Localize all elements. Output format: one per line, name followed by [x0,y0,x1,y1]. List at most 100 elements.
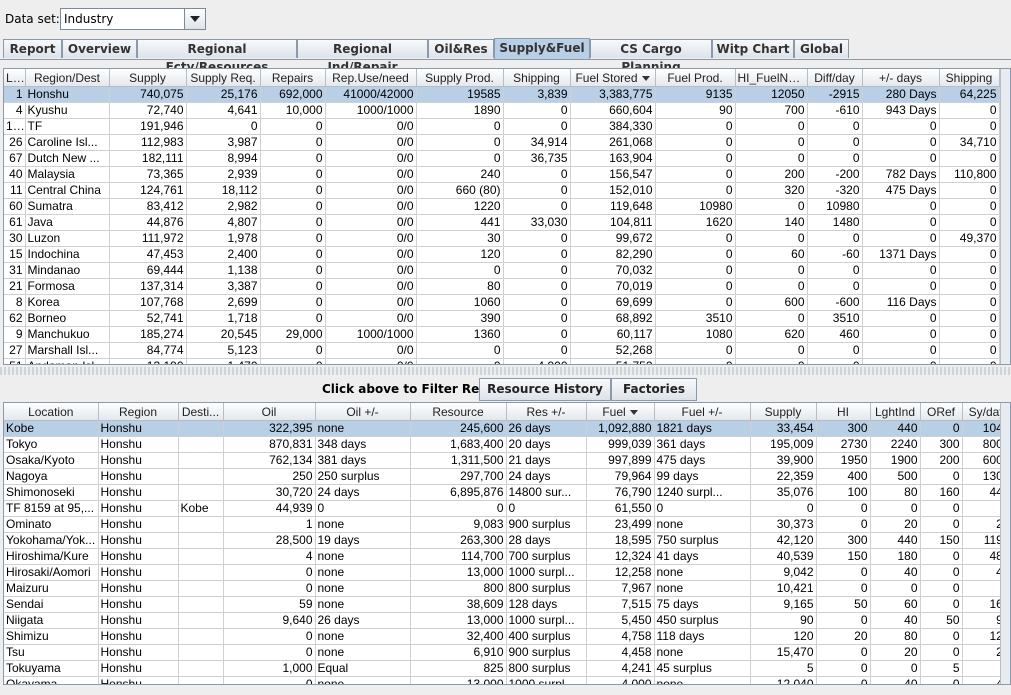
table-cell: 27 [4,342,26,359]
region-row[interactable]: 1... TF 191,946 0 0 0/0 0 0 384,330 0 0 0 0 0 [4,118,1000,135]
table-cell: 0 [503,230,571,247]
region-table-panel: L... Region/Dest Supply Supply Req. Repairs R… [3,68,1011,365]
location-row[interactable]: Hirosaki/Aomori Honshu 0 none 13,000 1000 sur… [4,564,1010,581]
split-pane-divider[interactable] [0,367,1011,375]
column-header[interactable]: Supply [750,403,817,421]
column-header[interactable]: Rep.Use/need [325,69,417,87]
column-header[interactable]: LghtInd [870,403,921,421]
column-header[interactable]: Fuel [586,403,655,421]
column-header[interactable]: Region [98,403,179,421]
region-row[interactable]: 8 Korea 107,768 2,699 0 0/0 1060 0 69,699 0 600 -60… [4,294,1000,311]
column-header[interactable]: Oil [223,403,316,421]
table-cell: 390 [416,310,504,327]
location-row[interactable]: Osaka/Kyoto Honshu 762,134 381 days 1,311,50… [4,452,1010,469]
table-cell: 20,545 [186,326,261,343]
resource-history-button[interactable]: Resource History [479,378,611,401]
column-header[interactable]: ORef [920,403,963,421]
table-cell: 80 [416,278,504,295]
location-row[interactable]: Maizuru Honshu 0 none 800 800 surplus 7,967 non… [4,580,1010,597]
location-row[interactable]: Shimizu Honshu 0 none 32,400 400 surplus 4,758… [4,628,1010,645]
column-header[interactable]: Shipping [939,69,1000,87]
column-header[interactable]: Diff/day [807,69,863,87]
location-row[interactable]: Niigata Honshu 9,640 26 days 13,000 1000 surp… [4,612,1010,629]
region-row[interactable]: 62 Borneo 52,741 1,718 0 0/0 390 0 68,892 3510 0 35… [4,310,1000,327]
region-row[interactable]: 51Andaman Isl...13,1901,47000/004,90051,… [4,358,1000,364]
location-row[interactable]: Tokyo Honshu 870,831 348 days 1,683,400 20 da… [4,436,1010,453]
location-row[interactable]: Shimonoseki Honshu 30,720 24 days 6,895,876 1… [4,484,1010,501]
location-table-scrollbar[interactable] [1000,403,1010,684]
region-row[interactable]: 15 Indochina 47,453 2,400 0 0/0 120 0 82,290 0 60-… [4,246,1000,263]
table-cell: Luzon [25,230,110,247]
tab-global[interactable]: Global [794,39,849,58]
region-row[interactable]: 27 Marshall Isl... 84,774 5,123 0 0/0 0 0 52,268… [4,342,1000,359]
table-cell: 0 [503,310,571,327]
column-header-label: Location [28,404,74,419]
region-row[interactable]: 40 Malaysia 73,365 2,939 0 0/0 240 0 156,547 0 200… [4,166,1000,183]
region-row[interactable]: 31 Mindanao 69,444 1,138 0 0/0 0 0 70,032 0 0 0 0 0 [4,262,1000,279]
column-header[interactable]: Resource [410,403,507,421]
table-cell: 84,774 [109,342,187,359]
column-header-label: Region/Dest [33,70,101,85]
region-row[interactable]: 30 Luzon 111,972 1,978 0 0/0 30 0 99,672 0 0 0 0 49,3… [4,230,1000,247]
column-header[interactable]: Region/Dest [25,69,110,87]
column-header[interactable]: Supply Prod. [416,69,504,87]
region-row[interactable]: 1 Honshu 740,075 25,176 692,000 41000/42000 19… [4,86,1000,103]
region-row[interactable]: 21 Formosa 137,314 3,387 0 0/0 80 0 70,019 0 0 0 0 0 [4,278,1000,295]
column-header[interactable]: Fuel +/- [654,403,751,421]
location-row[interactable]: Yokohama/Yok... Honshu 28,500 19 days 263,30… [4,532,1010,549]
column-header[interactable]: HI [816,403,871,421]
column-header[interactable]: Fuel Prod. [655,69,736,87]
table-cell: -320 [807,182,863,199]
table-cell: 361 days [654,436,751,453]
tab-regional-ind-repair[interactable]: Regional Ind/Repair [297,39,428,74]
column-header[interactable]: Res +/- [506,403,587,421]
location-row[interactable]: Hiroshima/Kure Honshu 4 none 114,700 700 surp… [4,548,1010,565]
column-header[interactable]: HI_FuelNeed [735,69,808,87]
location-row[interactable]: Nagoya Honshu 250 250 surplus 297,700 24 days… [4,468,1010,485]
column-header[interactable]: Shipping [503,69,571,87]
column-header[interactable]: Location [4,403,99,421]
location-row[interactable]: Tsu Honshu 0 none 6,910 900 surplus 4,458 none 1… [4,644,1010,661]
location-row[interactable]: Ominato Honshu 1 none 9,083 900 surplus 23,499… [4,516,1010,533]
table-cell: 2,982 [186,198,261,215]
table-cell: 12,040 [750,676,817,684]
region-table-scrollbar[interactable] [1000,69,1010,364]
tab-cs-cargo-planning[interactable]: CS Cargo Planning [590,39,712,74]
column-header[interactable]: Oil +/- [315,403,411,421]
region-row[interactable]: 67 Dutch New ... 182,111 8,994 0 0/0 0 36,735 16… [4,150,1000,167]
column-header-label: Region [118,404,158,419]
factories-button[interactable]: Factories [611,378,697,401]
table-cell: 700 [735,102,808,119]
region-row[interactable]: 26 Caroline Isl... 112,983 3,987 0 0/0 0 34,914… [4,134,1000,151]
tab-oil-res[interactable]: Oil&Res [428,39,494,58]
region-row[interactable]: 9 Manchukuo 185,274 20,545 29,000 1000/1000 13… [4,326,1000,343]
column-header[interactable]: Supply Req. [186,69,261,87]
region-row[interactable]: 60 Sumatra 83,412 2,982 0 0/0 1220 0 119,648 1098… [4,198,1000,215]
table-cell: 0 [920,564,963,581]
tab-witp-chart[interactable]: Witp Chart [712,39,794,58]
location-row[interactable]: TF 8159 at 95,... Honshu Kobe 44,939 0 0 0 61,5… [4,500,1010,517]
column-header[interactable]: Desti... [178,403,224,421]
tab-supply-fuel[interactable]: Supply&Fuel [494,38,590,59]
table-cell: 0 [503,246,571,263]
region-row[interactable]: 11 Central China 124,761 18,112 0 0/0 660 (80)… [4,182,1000,199]
location-row[interactable]: Okayama Honshu 0 none 13,000 1000 surpl... 4,0… [4,676,1010,684]
column-header[interactable]: Supply [109,69,187,87]
tab-regional-fcty-resources[interactable]: Regional Fcty/Resources [137,39,297,74]
column-header[interactable]: Repairs [260,69,326,87]
tab-overview[interactable]: Overview [62,39,137,58]
dataset-dropdown-button[interactable] [184,9,205,29]
table-cell: 0 [920,644,963,661]
region-row[interactable]: 4 Kyushu 72,740 4,641 10,000 1000/1000 1890 0 66… [4,102,1000,119]
table-cell: 0 [260,134,326,151]
dataset-select[interactable]: Industry [60,8,206,30]
column-header[interactable]: +/- days [862,69,940,87]
region-row[interactable]: 61 Java 44,876 4,807 0 0/0 441 33,030 104,811 162… [4,214,1000,231]
tab-report[interactable]: Report [3,39,62,58]
location-row[interactable]: Tokuyama Honshu 1,000 Equal 825 800 surplus 4,… [4,660,1010,677]
column-header[interactable]: L... [4,69,26,87]
location-row[interactable]: Kobe Honshu 322,395 none 245,600 26 days 1,092… [4,420,1010,437]
column-header[interactable]: Fuel Stored [570,69,656,87]
location-row[interactable]: Sendai Honshu 59 none 38,609 128 days 7,515 75 … [4,596,1010,613]
table-cell: 0 [807,342,863,359]
